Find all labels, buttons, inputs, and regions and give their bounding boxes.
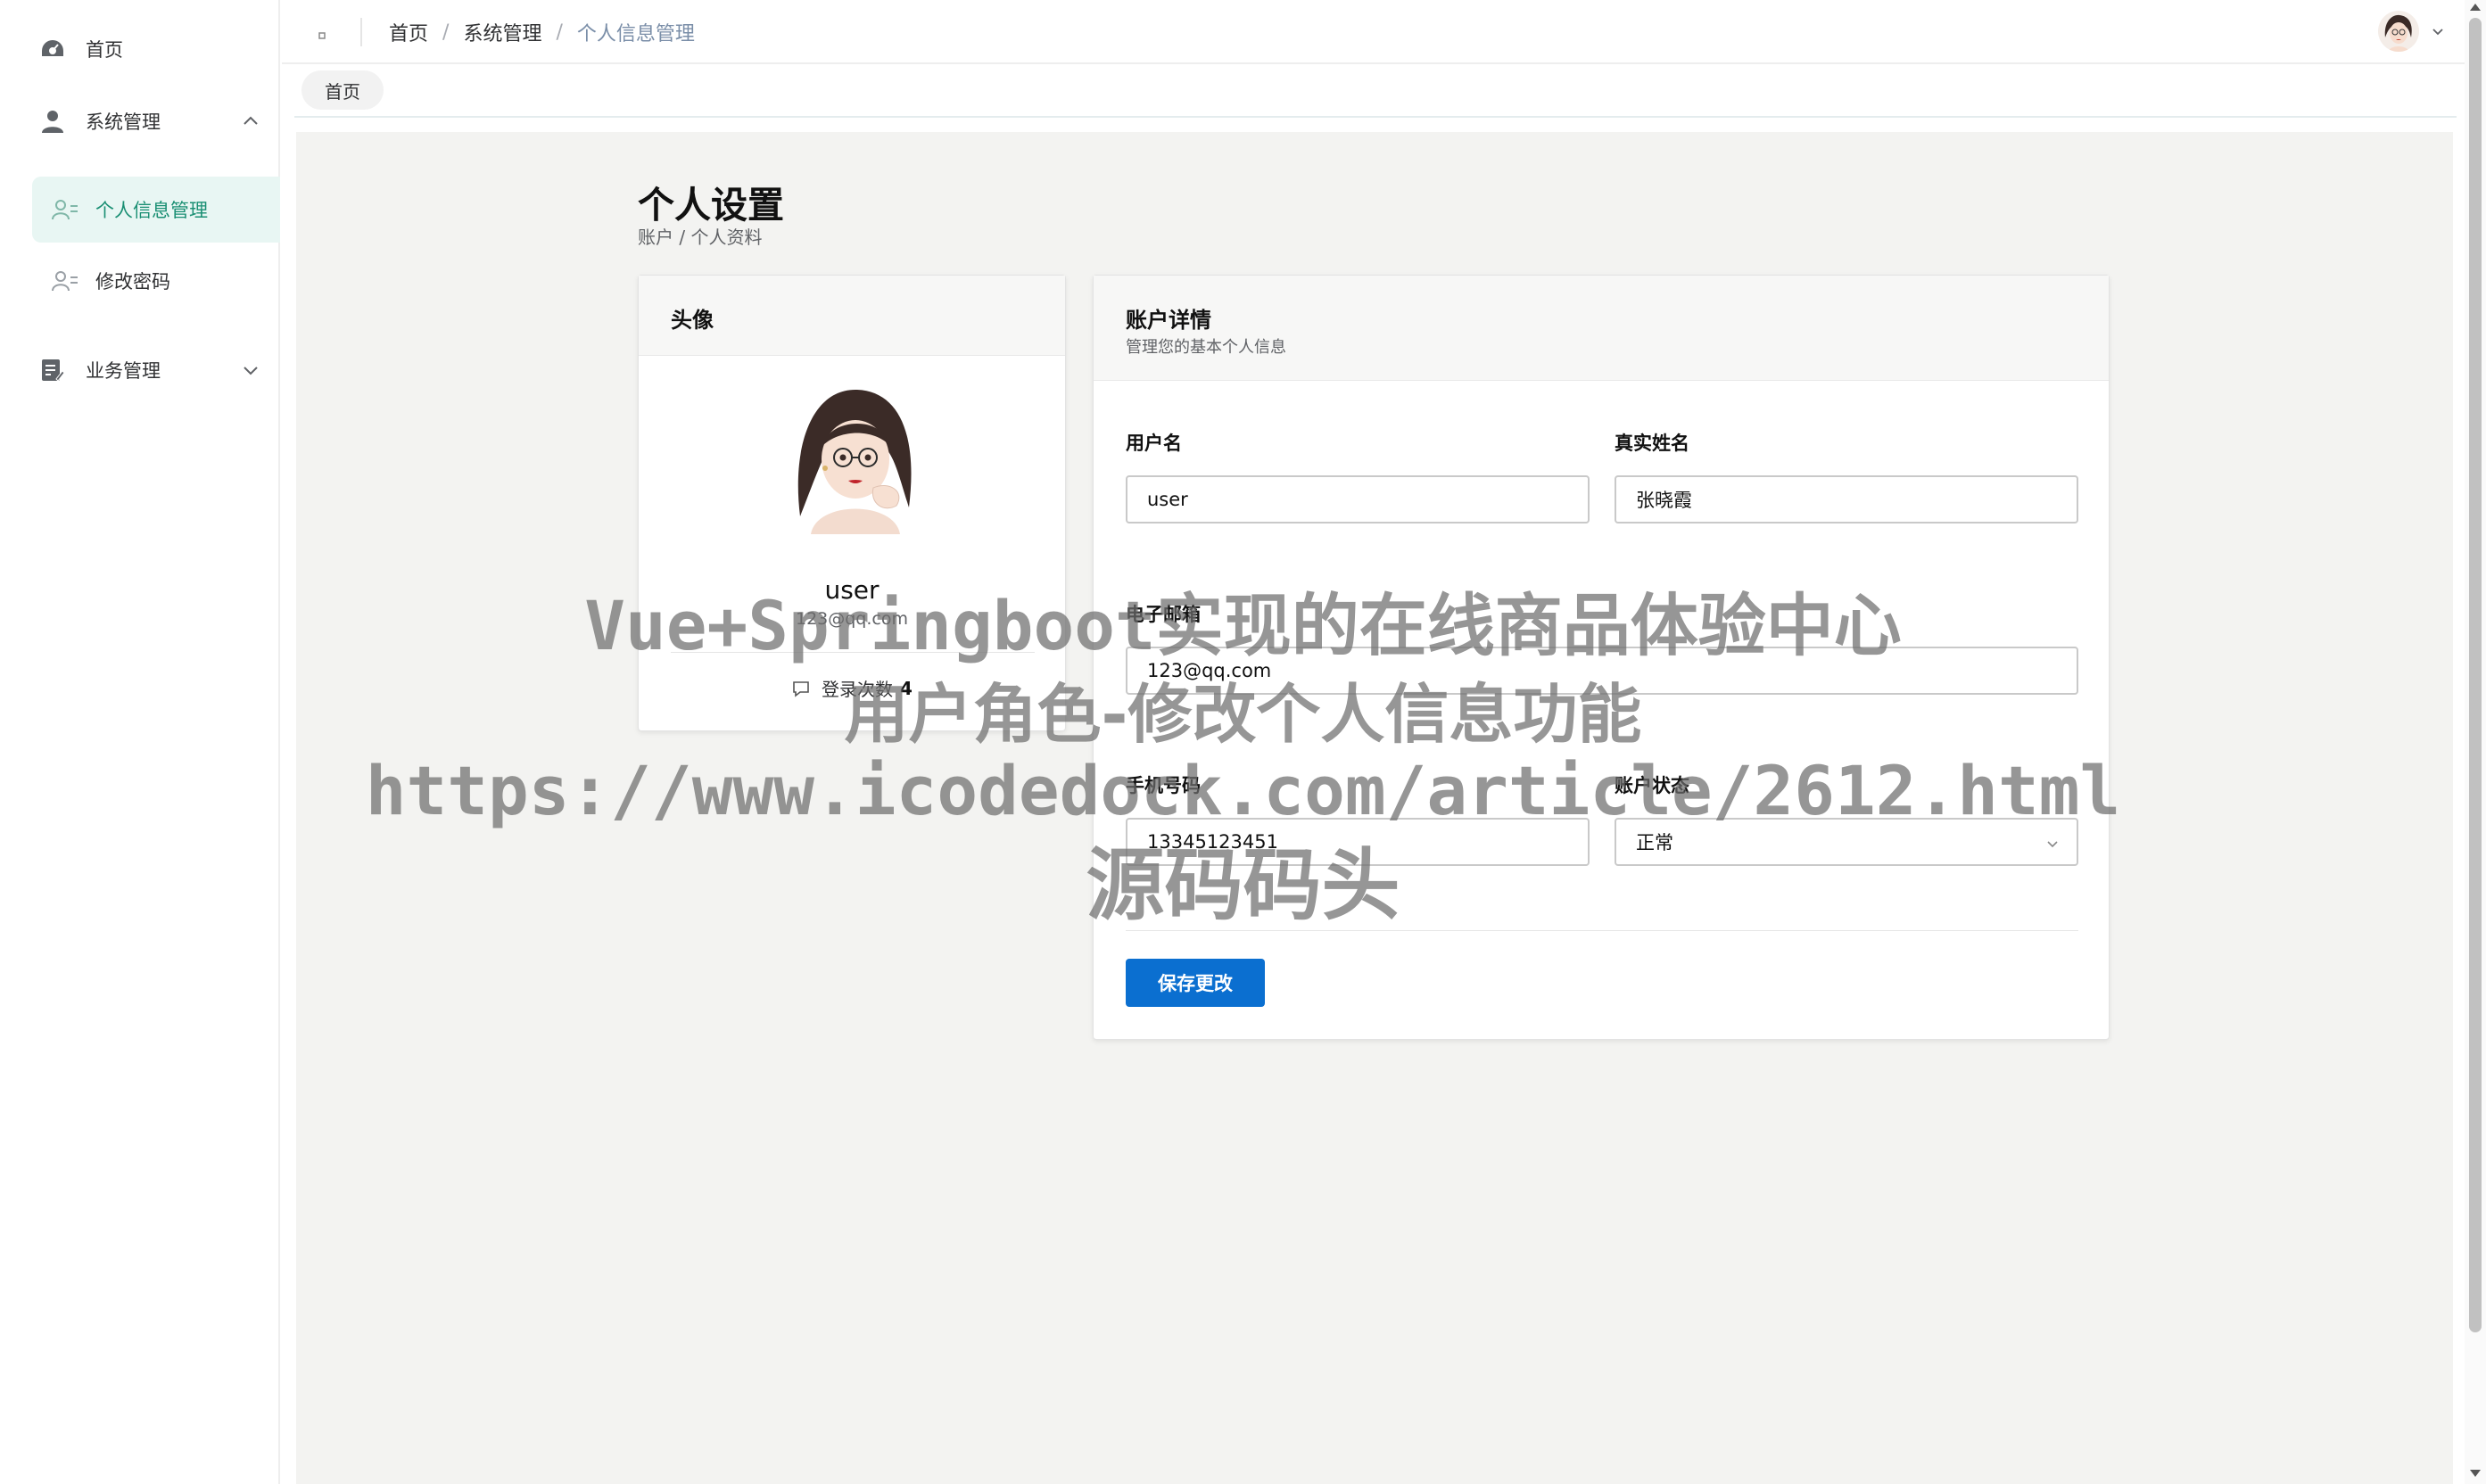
profile-email: 123@qq.com [795,609,908,629]
chevron-down-icon[interactable] [2430,23,2446,39]
email-field[interactable] [1126,647,2078,695]
breadcrumb: 首页 / 系统管理 / 个人信息管理 [389,0,695,64]
chevron-down-icon [241,360,260,380]
status-select[interactable]: 正常 [1615,818,2078,866]
sidebar-item-label: 修改密码 [95,271,170,293]
tags-divider [294,116,2457,118]
status-select-value: 正常 [1636,832,1673,853]
page-title: 个人设置 [638,184,784,227]
sidebar-item-label: 系统管理 [86,111,161,133]
detail-card-subtitle: 管理您的基本个人信息 [1126,338,1286,357]
username-field[interactable] [1126,475,1590,524]
sidebar-toggle-icon[interactable] [318,27,326,39]
chevron-up-icon [241,111,260,131]
sidebar-item-business[interactable]: 业务管理 [0,334,280,406]
phone-field[interactable] [1126,818,1590,866]
user-avatar[interactable] [2378,11,2419,52]
breadcrumb-current: 个人信息管理 [576,23,695,45]
form-divider [1126,930,2078,931]
chat-icon [791,679,811,698]
username-label: 用户名 [1126,433,1182,454]
dashboard-icon [39,36,66,62]
sidebar-item-label: 首页 [86,39,123,61]
sidebar-item-home[interactable]: 首页 [0,13,280,85]
login-count-label: 登录次数 [822,679,894,700]
breadcrumb-home[interactable]: 首页 [389,18,428,46]
card-divider [671,652,1035,653]
tag-home[interactable]: 首页 [301,70,384,110]
sidebar-item-label: 业务管理 [86,360,161,382]
breadcrumb-separator: / [442,21,450,44]
header-divider [360,18,362,46]
save-button[interactable]: 保存更改 [1126,959,1265,1007]
profile-username: user [824,575,880,605]
breadcrumb-system[interactable]: 系统管理 [463,18,541,46]
top-header: 首页 / 系统管理 / 个人信息管理 [282,0,2465,64]
detail-card-title: 账户详情 [1126,308,1211,333]
login-count-value: 4 [900,677,913,699]
realname-label: 真实姓名 [1615,433,1689,454]
detail-card-header: 账户详情 管理您的基本个人信息 [1094,276,2109,381]
page-scrollbar[interactable] [2465,0,2486,1484]
scroll-down-arrow-icon[interactable] [2470,1470,2481,1477]
account-detail-card: 账户详情 管理您的基本个人信息 用户名 真实姓名 电子邮箱 手机号码 账户状态 … [1093,275,2110,1040]
avatar-card-title: 头像 [671,308,714,333]
sidebar-item-system[interactable]: 系统管理 [0,86,280,157]
avatar-card-header: 头像 [639,276,1065,356]
email-label: 电子邮箱 [1126,604,1201,625]
avatar-card: 头像 user 123@qq.com 登录次数 4 [638,275,1066,731]
user-list-icon [52,268,78,294]
breadcrumb-separator: / [556,21,563,44]
realname-field[interactable] [1615,475,2078,524]
tags-bar: 首页 [282,64,2465,120]
user-list-icon [52,196,78,223]
chevron-down-icon [2044,835,2061,851]
scroll-thumb[interactable] [2469,18,2482,1332]
sidebar: 首页 系统管理 个人信息管理 修改密码 业务管理 [0,0,280,1484]
scroll-up-arrow-icon[interactable] [2470,4,2481,11]
login-count-row: 登录次数 4 [639,675,1065,701]
status-label: 账户状态 [1615,775,1689,796]
phone-label: 手机号码 [1126,775,1201,796]
page-subtitle: 账户 / 个人资料 [638,227,763,248]
profile-avatar[interactable] [784,383,921,534]
user-icon [39,108,66,135]
sidebar-item-profile[interactable]: 个人信息管理 [32,177,280,243]
document-edit-icon [39,357,66,383]
sidebar-item-label: 个人信息管理 [95,200,208,221]
sidebar-item-change-password[interactable]: 修改密码 [32,248,280,314]
